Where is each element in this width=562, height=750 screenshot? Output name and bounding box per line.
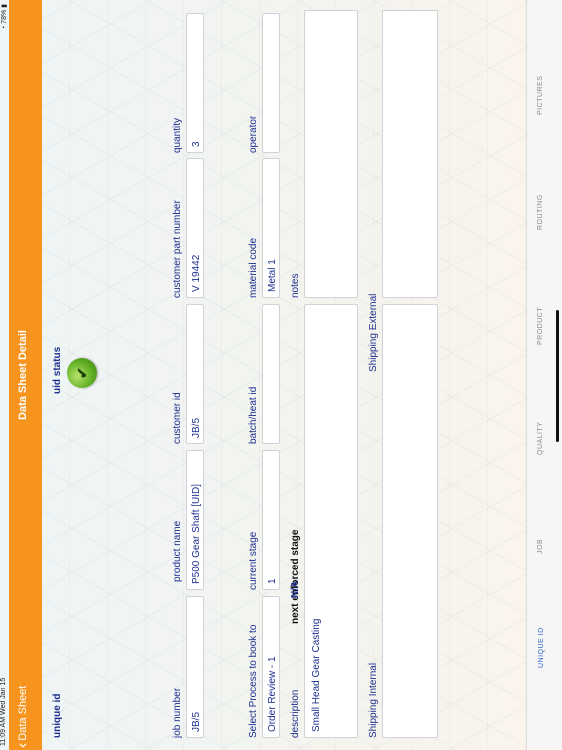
operator-label: operator	[248, 115, 259, 153]
tab-job[interactable]: JOB	[537, 539, 544, 554]
uid-status-indicator[interactable]: ✔	[67, 358, 97, 388]
customer-part-number-label: customer part number	[172, 200, 183, 298]
shipping-internal-field[interactable]	[382, 304, 438, 738]
description-field[interactable]: Small Head Gear Casting	[304, 304, 358, 738]
shipping-external-label: Shipping External	[368, 293, 379, 372]
status-time: 11:09 AM Wed Jan 15	[0, 677, 7, 746]
nav-bar: ‹ Data Sheet Data Sheet Detail	[9, 0, 42, 750]
notes-label: notes	[290, 273, 301, 298]
shipping-internal-label: Shipping Internal	[368, 662, 379, 738]
batch-heat-id-field[interactable]	[262, 304, 280, 444]
tab-pictures[interactable]: PICTURES	[537, 76, 544, 115]
quantity-field[interactable]: 3	[186, 13, 204, 153]
next-enforced-stage-value: N/A	[290, 580, 301, 598]
current-stage-field[interactable]: 1	[262, 450, 280, 590]
batch-heat-id-label: batch/heat id	[248, 386, 259, 444]
battery-icon: ▮	[1, 4, 8, 8]
customer-part-number-field[interactable]: V 19442	[186, 158, 204, 298]
battery-percent: 78%	[1, 9, 8, 24]
job-number-label: job number	[172, 687, 183, 738]
description-label: description	[290, 689, 301, 738]
wifi-icon: ◔	[1, 25, 8, 31]
app-frame: 11:09 AM Wed Jan 15 ◔ 78% ▮ ‹ Data Sheet…	[0, 0, 562, 750]
shipping-external-field[interactable]	[382, 10, 438, 298]
uid-status-label: uid status	[52, 346, 63, 394]
tab-routing[interactable]: ROUTING	[537, 194, 544, 230]
tab-quality[interactable]: QUALITY	[537, 422, 544, 455]
select-process-label: Select Process to book to	[248, 624, 259, 738]
tab-product[interactable]: PRODUCT	[537, 307, 544, 345]
next-enforced-stage-label: next enforced stage	[290, 529, 301, 624]
battery-indicator: ◔ 78% ▮	[0, 4, 8, 30]
tab-active-underline	[556, 310, 559, 442]
page-title: Data Sheet Detail	[17, 330, 29, 420]
tab-unique-id[interactable]: UNIQUE ID	[538, 627, 545, 668]
unique-id-label: unique id	[52, 693, 63, 738]
product-name-field[interactable]: P500 Gear Shaft [UID]	[186, 450, 204, 590]
current-stage-label: current stage	[248, 531, 259, 590]
quantity-label: quantity	[172, 117, 183, 153]
material-code-field[interactable]: Metal 1	[262, 158, 280, 298]
select-process-field[interactable]: Order Review - 1	[262, 596, 280, 738]
operator-field[interactable]	[262, 13, 280, 153]
hex-background	[42, 0, 526, 750]
notes-field[interactable]	[304, 10, 358, 298]
product-name-label: product name	[172, 520, 183, 582]
material-code-label: material code	[248, 237, 259, 298]
job-number-field[interactable]: JB/5	[186, 596, 204, 738]
customer-id-field[interactable]: JB/5	[186, 304, 204, 444]
check-icon: ✔	[73, 367, 90, 379]
status-bar: 11:09 AM Wed Jan 15 ◔ 78% ▮	[0, 0, 9, 750]
customer-id-label: customer id	[172, 392, 183, 444]
